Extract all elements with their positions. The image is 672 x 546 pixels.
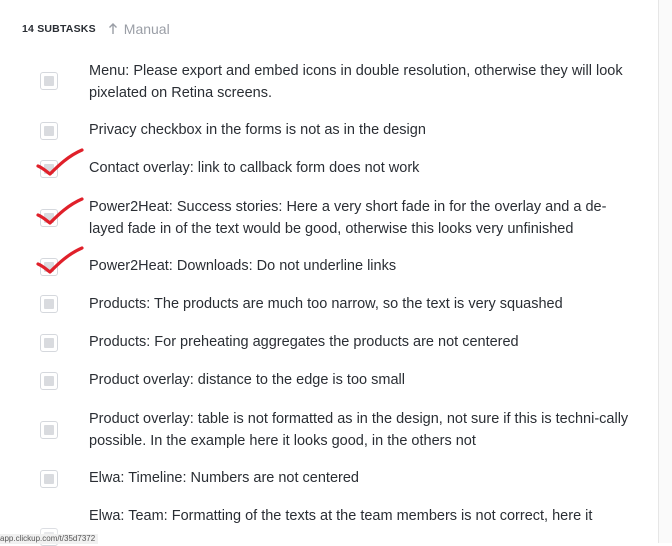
subtask-title[interactable]: Power2Heat: Downloads: Do not underline … <box>89 255 629 277</box>
sort-manual-button[interactable]: Manual <box>108 21 170 37</box>
subtasks-panel: 14 SUBTASKS Manual Menu: Please export a… <box>0 0 658 546</box>
subtask-title[interactable]: Contact overlay: link to callback form d… <box>89 157 629 179</box>
subtask-checkbox[interactable] <box>40 334 58 352</box>
subtask-title[interactable]: Menu: Please export and embed icons in d… <box>89 60 629 104</box>
subtask-title[interactable]: Product overlay: table is not formatted … <box>89 408 629 452</box>
subtask-checkbox[interactable] <box>40 295 58 313</box>
subtask-title[interactable]: Products: The products are much too narr… <box>89 293 629 315</box>
subtask-title[interactable]: Product overlay: distance to the edge is… <box>89 369 629 391</box>
subtask-checkbox[interactable] <box>40 470 58 488</box>
subtask-checkbox[interactable] <box>40 209 58 227</box>
subtask-title[interactable]: Privacy checkbox in the forms is not as … <box>89 119 629 141</box>
subtask-title[interactable]: Elwa: Team: Formatting of the texts at t… <box>89 505 629 527</box>
subtasks-header: 14 SUBTASKS Manual <box>22 20 170 38</box>
subtask-checkbox[interactable] <box>40 160 58 178</box>
sort-label: Manual <box>123 21 170 37</box>
subtask-count: 14 SUBTASKS <box>22 23 96 35</box>
subtask-title[interactable]: Products: For preheating aggregates the … <box>89 331 629 353</box>
subtask-title[interactable]: Power2Heat: Success stories: Here a very… <box>89 196 629 240</box>
subtask-title[interactable]: Elwa: Timeline: Numbers are not centered <box>89 467 629 489</box>
subtask-checkbox[interactable] <box>40 372 58 390</box>
scrollbar-track[interactable] <box>659 0 672 543</box>
arrow-up-icon <box>108 23 118 35</box>
subtask-checkbox[interactable] <box>40 122 58 140</box>
subtask-checkbox[interactable] <box>40 421 58 439</box>
subtask-checkbox[interactable] <box>40 258 58 276</box>
subtask-checkbox[interactable] <box>40 72 58 90</box>
